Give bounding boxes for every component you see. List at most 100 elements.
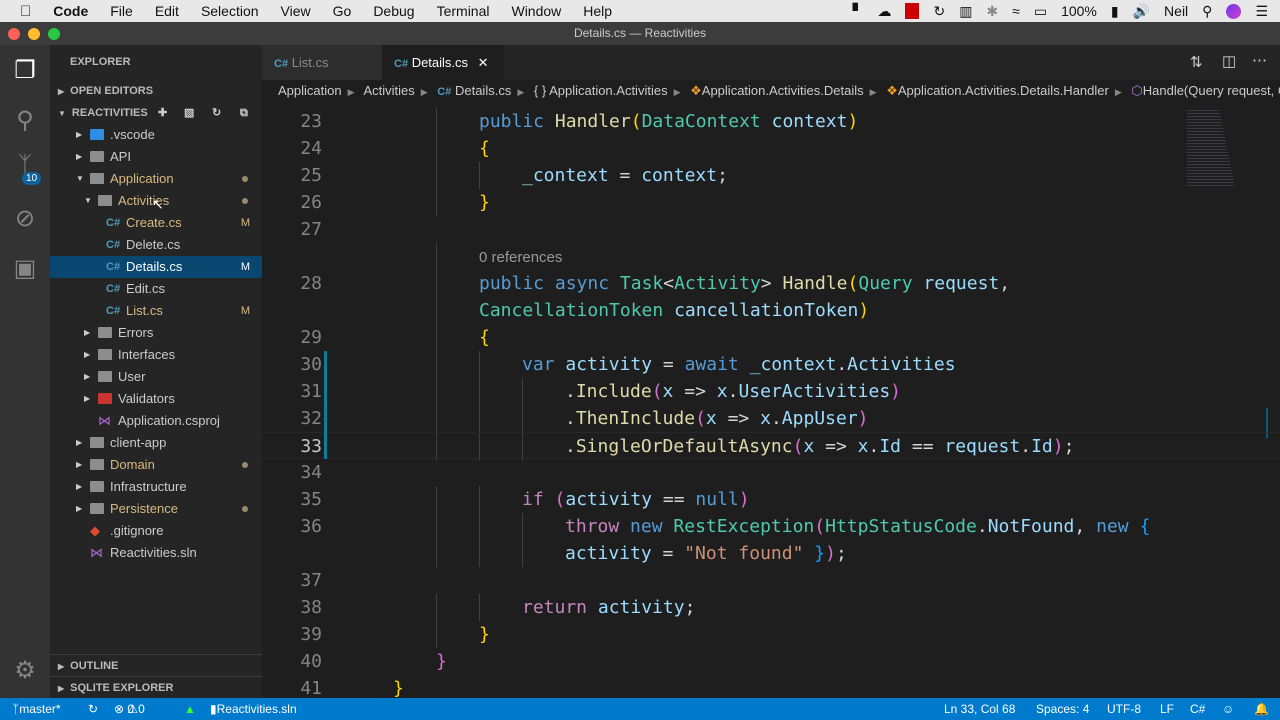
- solution-indicator[interactable]: ▮ Reactivities.sln: [210, 698, 297, 720]
- volume-icon[interactable]: 🔊: [1133, 3, 1150, 20]
- tree-item-edit-cs[interactable]: C# Edit.cs: [50, 278, 262, 300]
- menu-help[interactable]: Help: [583, 3, 612, 19]
- code-editor[interactable]: 23 public Handler(DataContext context) 24{…: [262, 108, 1280, 698]
- cloud-icon[interactable]: ☁: [877, 3, 891, 20]
- chevron-right-icon[interactable]: ▶: [84, 366, 90, 388]
- menu-terminal[interactable]: Terminal: [437, 3, 490, 19]
- more-actions-icon[interactable]: ⋯: [1252, 51, 1267, 69]
- project-section[interactable]: ▼ REACTIVITIES ✚ ▧ ↻ ⧉: [50, 102, 262, 124]
- layout-icon[interactable]: ▥: [959, 3, 972, 20]
- code-line[interactable]: 28 public async Task<Activity> Handle(Que…: [262, 270, 1280, 297]
- debug-icon[interactable]: ⊘: [11, 205, 39, 233]
- explorer-icon[interactable]: ❐: [11, 57, 39, 85]
- tree-item--gitignore[interactable]: ◆ .gitignore: [50, 520, 262, 542]
- code-line[interactable]: 38 return activity;: [262, 594, 1280, 621]
- code-line[interactable]: 36 throw new RestException(HttpStatusCode…: [262, 513, 1280, 540]
- encoding[interactable]: UTF-8: [1107, 698, 1141, 720]
- time-machine-icon[interactable]: ↻: [933, 3, 945, 20]
- code-line[interactable]: 41}: [262, 675, 1280, 698]
- open-changes-icon[interactable]: ⇅: [1190, 53, 1203, 71]
- tree-item-details-cs[interactable]: C# Details.cs M: [50, 256, 262, 278]
- new-folder-icon[interactable]: ▧: [184, 102, 194, 124]
- minimize-window-button[interactable]: [28, 28, 40, 40]
- breadcrumb-item[interactable]: Details.cs: [455, 83, 511, 98]
- code-line[interactable]: 25 _context = context;: [262, 162, 1280, 189]
- breadcrumb-item[interactable]: Application: [278, 83, 342, 98]
- tree-item-vscode[interactable]: ▶ .vscode: [50, 124, 262, 146]
- breadcrumb-item[interactable]: Activities: [363, 83, 414, 98]
- airplay-icon[interactable]: ▭: [1034, 3, 1047, 20]
- tree-item-user[interactable]: ▶ User: [50, 366, 262, 388]
- settings-gear-icon[interactable]: ⚙: [11, 657, 39, 685]
- new-file-icon[interactable]: ✚: [158, 102, 167, 124]
- cursor-position[interactable]: Ln 33, Col 68: [944, 698, 1015, 720]
- menu-go[interactable]: Go: [333, 3, 352, 19]
- code-line[interactable]: 37: [262, 567, 1280, 594]
- menu-window[interactable]: Window: [511, 3, 561, 19]
- split-editor-icon[interactable]: ◫: [1222, 52, 1236, 70]
- tree-item-application-csproj[interactable]: ⋈ Application.csproj: [50, 410, 262, 432]
- siri-icon[interactable]: [1226, 3, 1242, 19]
- tab-details-cs[interactable]: C# Details.cs ✕: [382, 45, 504, 80]
- chevron-right-icon[interactable]: ▶: [84, 322, 90, 344]
- bluetooth-icon[interactable]: ✱: [986, 3, 998, 20]
- chevron-down-icon[interactable]: ▼: [84, 190, 92, 212]
- battery-percent[interactable]: 100%: [1061, 3, 1097, 19]
- tree-item-validators[interactable]: ▶ Validators: [50, 388, 262, 410]
- chevron-right-icon[interactable]: ▶: [76, 454, 82, 476]
- feedback-smiley-icon[interactable]: ☺: [1222, 698, 1234, 720]
- code-line[interactable]: 27: [262, 216, 1280, 243]
- menu-edit[interactable]: Edit: [155, 3, 179, 19]
- chevron-down-icon[interactable]: ▼: [76, 168, 84, 190]
- extensions-icon[interactable]: ▣: [11, 255, 39, 283]
- chevron-right-icon[interactable]: ▶: [76, 498, 82, 520]
- breadcrumb-item[interactable]: Application.Activities.Details.Handler: [898, 83, 1109, 98]
- outline-section[interactable]: ▶ OUTLINE: [50, 654, 262, 676]
- spotlight-search-icon[interactable]: ⚲: [1202, 3, 1212, 20]
- tree-item-create-cs[interactable]: C# Create.cs M: [50, 212, 262, 234]
- menu-view[interactable]: View: [281, 3, 311, 19]
- code-line[interactable]: 31 .Include(x => x.UserActivities): [262, 378, 1280, 405]
- breadcrumb-item[interactable]: Handle(Query request, CancellationToken …: [1143, 83, 1280, 98]
- chevron-right-icon[interactable]: ▶: [76, 476, 82, 498]
- battery-icon[interactable]: ▮: [1111, 3, 1119, 20]
- code-line[interactable]: 33 .SingleOrDefaultAsync(x => x.Id == req…: [262, 432, 1280, 460]
- breadcrumb-item[interactable]: Application.Activities.Details: [702, 83, 864, 98]
- code-line[interactable]: 32 .ThenInclude(x => x.AppUser): [262, 405, 1280, 432]
- notification-center-icon[interactable]: ☰: [1255, 3, 1268, 20]
- tree-item-list-cs[interactable]: C# List.cs M: [50, 300, 262, 322]
- end-of-line[interactable]: LF: [1160, 698, 1174, 720]
- code-line[interactable]: 24 {: [262, 135, 1280, 162]
- tree-item-client-app[interactable]: ▶ client-app: [50, 432, 262, 454]
- chevron-right-icon[interactable]: ▶: [76, 124, 82, 146]
- menu-debug[interactable]: Debug: [373, 3, 414, 19]
- tree-item-application[interactable]: ▼ Application: [50, 168, 262, 190]
- tree-item-persistence[interactable]: ▶ Persistence: [50, 498, 262, 520]
- user-name[interactable]: Neil: [1164, 3, 1188, 19]
- film-icon[interactable]: [905, 3, 920, 19]
- chevron-right-icon[interactable]: ▶: [84, 388, 90, 410]
- code-line[interactable]: activity = "Not found" });: [262, 540, 1280, 567]
- tree-item-delete-cs[interactable]: C# Delete.cs: [50, 234, 262, 256]
- flame-icon[interactable]: ▲: [184, 698, 196, 720]
- tab-list-cs[interactable]: C# List.cs: [262, 45, 382, 80]
- code-line[interactable]: 23 public Handler(DataContext context): [262, 108, 1280, 135]
- tree-item-reactivities-sln[interactable]: ⋈ Reactivities.sln: [50, 542, 262, 564]
- code-line[interactable]: CancellationToken cancellationToken): [262, 297, 1280, 324]
- chevron-right-icon[interactable]: ▶: [76, 146, 82, 168]
- tree-item-domain[interactable]: ▶ Domain: [50, 454, 262, 476]
- problems-indicator[interactable]: ⊗ 0 ⚠ 0: [114, 698, 145, 720]
- apple-icon[interactable]: : [20, 3, 31, 20]
- language-mode[interactable]: C#: [1190, 698, 1205, 720]
- code-lens-references[interactable]: 0 references: [479, 249, 562, 266]
- chevron-right-icon[interactable]: ▶: [84, 344, 90, 366]
- close-tab-icon[interactable]: ✕: [478, 55, 489, 70]
- tree-item-api[interactable]: ▶ API: [50, 146, 262, 168]
- close-window-button[interactable]: [8, 28, 20, 40]
- chevron-right-icon[interactable]: ▶: [76, 432, 82, 454]
- breadcrumb-item[interactable]: { } Application.Activities: [534, 83, 668, 98]
- git-branch[interactable]: ᛉ master*: [12, 698, 61, 720]
- code-line[interactable]: 40}: [262, 648, 1280, 675]
- wifi-icon[interactable]: ≈: [1012, 3, 1020, 19]
- indentation[interactable]: Spaces: 4: [1036, 698, 1089, 720]
